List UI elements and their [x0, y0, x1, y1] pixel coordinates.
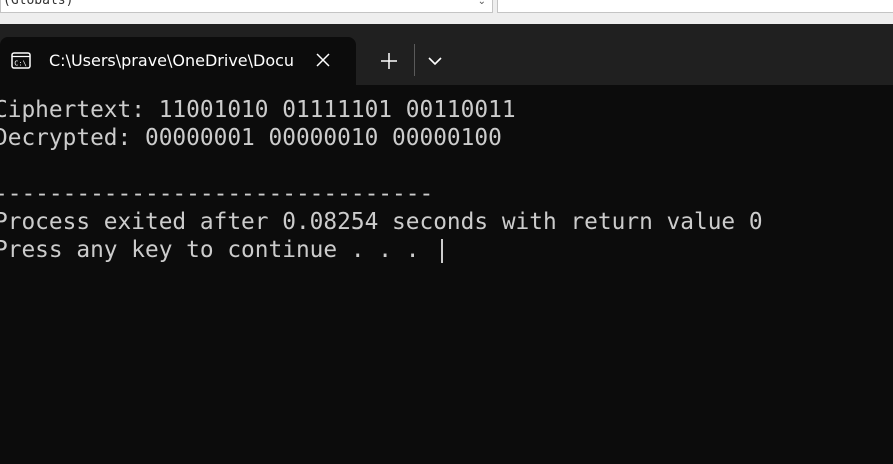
terminal-tab[interactable]: C:\ C:\Users\prave\OneDrive\Documents: [0, 37, 356, 85]
svg-text:C:\: C:\: [14, 60, 27, 68]
screen: (Globals) ⌄ C:\ C:\Users\prave\OneDrive\…: [0, 0, 893, 464]
console-app-icon: C:\: [11, 52, 31, 69]
ide-symbol-combo[interactable]: [497, 0, 893, 13]
console-line-process-exit: Process exited after 0.08254 seconds wit…: [0, 209, 763, 235]
tab-title: C:\Users\prave\OneDrive\Documents: [49, 51, 295, 70]
console-line-divider: --------------------------------: [0, 181, 434, 207]
console-line-press-key: Press any key to continue . . .: [0, 237, 434, 263]
plus-icon[interactable]: [372, 49, 406, 73]
chevron-down-icon[interactable]: [422, 49, 448, 73]
console-line-ciphertext: Ciphertext: 11001010 01111101 00110011: [0, 97, 516, 123]
console-output[interactable]: Ciphertext: 11001010 01111101 00110011 D…: [0, 85, 893, 464]
text-cursor: [441, 239, 443, 263]
chevron-down-icon: ⌄: [477, 0, 486, 7]
ide-toolbar-strip: (Globals) ⌄: [0, 0, 893, 25]
console-line-decrypted: Decrypted: 00000001 00000010 00000100: [0, 125, 502, 151]
ide-scope-combo-text: (Globals): [3, 0, 74, 8]
terminal-titlebar: C:\ C:\Users\prave\OneDrive\Documents: [0, 24, 893, 85]
ide-scope-combo[interactable]: (Globals) ⌄: [0, 0, 493, 13]
close-icon[interactable]: [313, 50, 333, 70]
titlebar-separator: [414, 44, 415, 76]
